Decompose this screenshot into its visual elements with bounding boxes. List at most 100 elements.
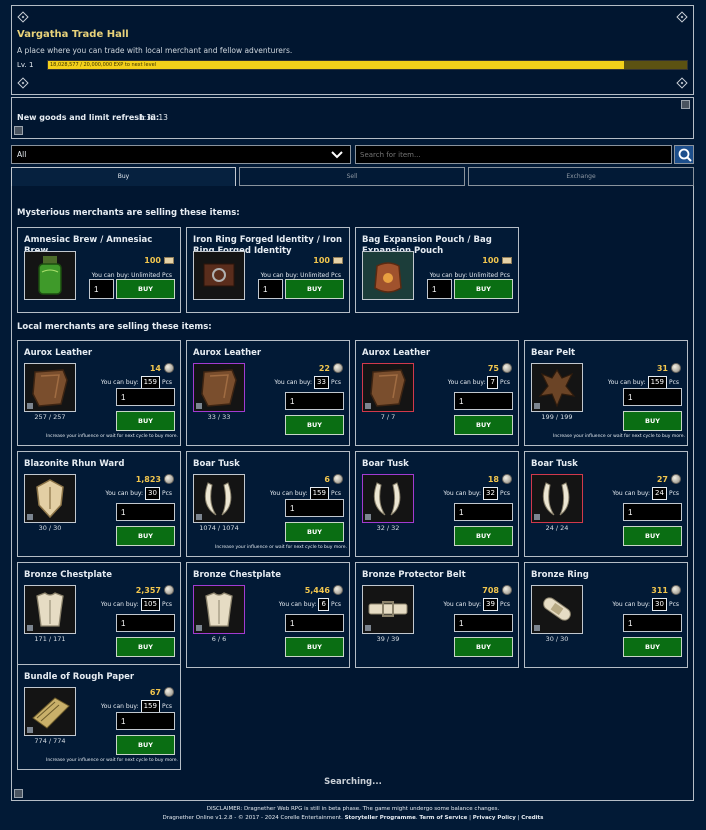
buy-button[interactable]: BUY <box>285 637 344 657</box>
item-stock: 257 / 257 <box>34 413 66 421</box>
buy-button[interactable]: BUY <box>285 415 344 435</box>
category-select[interactable]: All <box>11 145 351 164</box>
leather-icon <box>193 363 245 412</box>
quantity-input[interactable] <box>116 614 175 632</box>
item-name: Blazonite Rhun Ward <box>24 459 125 469</box>
local-item-card: Bear Pelt 199 / 199 31 You can buy: 159 Pc… <box>524 340 688 446</box>
coin-icon <box>671 474 681 484</box>
privacy-link[interactable]: Privacy Policy <box>473 815 516 821</box>
item-tier-icon <box>365 514 371 520</box>
coin-icon <box>502 363 512 373</box>
item-price: 27 <box>657 474 681 484</box>
search-status: Searching... <box>324 777 382 787</box>
item-tier-icon <box>534 625 540 631</box>
item-stock: 39 / 39 <box>376 635 400 643</box>
buy-limit-label: You can buy: <box>612 490 651 497</box>
quantity-input[interactable] <box>116 712 175 730</box>
buy-button[interactable]: BUY <box>454 279 513 299</box>
search-icon <box>678 148 692 162</box>
local-item-card: Boar Tusk 24 / 24 27 You can buy:24Pcs B… <box>524 451 688 557</box>
item-name: Aurox Leather <box>24 348 93 358</box>
search-button[interactable] <box>674 145 694 164</box>
price-value: 31 <box>656 363 668 373</box>
price-value: 67 <box>149 687 161 697</box>
mysterious-section-title: Mysterious merchants are selling these i… <box>17 208 240 218</box>
quantity-input[interactable] <box>116 388 175 406</box>
quantity-input[interactable] <box>89 279 114 299</box>
tab-sell[interactable]: Sell <box>239 167 465 186</box>
search-input[interactable] <box>355 145 672 164</box>
local-item-card: Aurox Leather 257 / 257 14 You can buy: 1… <box>17 340 181 446</box>
buy-button[interactable]: BUY <box>623 526 682 546</box>
item-price: 2,357 <box>136 585 174 595</box>
quantity-input[interactable] <box>285 499 344 517</box>
belt-icon <box>362 585 414 634</box>
buy-button[interactable]: BUY <box>116 637 175 657</box>
quantity-input[interactable] <box>623 388 682 406</box>
quantity-input[interactable] <box>285 392 344 410</box>
terms-link[interactable]: Term of Service <box>419 815 467 821</box>
quantity-input[interactable] <box>454 614 513 632</box>
buy-button[interactable]: BUY <box>285 279 344 299</box>
item-stock: 7 / 7 <box>380 413 396 421</box>
price-value: 311 <box>651 585 668 595</box>
buy-button[interactable]: BUY <box>454 415 513 435</box>
pcs-label: Pcs <box>330 379 341 386</box>
corner-ornament-icon <box>676 11 688 23</box>
expand-icon[interactable] <box>681 100 690 109</box>
quantity-input[interactable] <box>116 503 175 521</box>
refresh-timer: 1:32:13 <box>139 113 168 122</box>
item-name: Boar Tusk <box>531 459 578 469</box>
credits-link[interactable]: Credits <box>521 815 543 821</box>
collapse-icon[interactable] <box>14 789 23 798</box>
buy-button[interactable]: BUY <box>116 735 175 755</box>
item-price: 14 <box>150 363 174 373</box>
item-tier-icon <box>27 625 33 631</box>
buy-button[interactable]: BUY <box>116 411 175 431</box>
price-value: 1,823 <box>135 474 161 484</box>
buy-button[interactable]: BUY <box>116 526 175 546</box>
buy-limit-value: 105 <box>140 598 160 611</box>
local-item-card: Bronze Chestplate 6 / 6 5,446 You can bu… <box>186 562 350 668</box>
page-title: Vargatha Trade Hall <box>17 29 129 40</box>
buy-button[interactable]: BUY <box>285 522 344 542</box>
quantity-input[interactable] <box>454 503 513 521</box>
buy-limit-label: You can buy: <box>100 379 139 386</box>
buy-limit-value: 24 <box>652 487 667 500</box>
collapse-icon[interactable] <box>14 126 23 135</box>
pcs-label: Pcs <box>161 379 172 386</box>
paper-currency-icon <box>502 257 512 264</box>
quantity-input[interactable] <box>454 392 513 410</box>
tab-exchange[interactable]: Exchange <box>468 167 694 186</box>
buy-limit: You can buy: Unlimited Pcs <box>260 272 341 279</box>
iron-ring-icon <box>193 251 245 300</box>
quantity-input[interactable] <box>427 279 452 299</box>
mysterious-item-card: Amnesiac Brew / Amnesiac Brew 100 You ca… <box>17 227 181 313</box>
quantity-input[interactable] <box>623 614 682 632</box>
buy-button[interactable]: BUY <box>454 637 513 657</box>
local-item-card: Aurox Leather 33 / 33 22 You can buy: 33 P… <box>186 340 350 446</box>
buy-limit-value: 32 <box>483 487 498 500</box>
quantity-input[interactable] <box>285 614 344 632</box>
buy-limit: You can buy: 30 Pcs <box>105 487 172 500</box>
item-tier-icon <box>196 403 202 409</box>
buy-button[interactable]: BUY <box>454 526 513 546</box>
footer-credits: Dragnether Online v1.2.8 - © 2017 - 2024… <box>162 815 544 821</box>
quantity-input[interactable] <box>623 503 682 521</box>
buy-button[interactable]: BUY <box>623 637 682 657</box>
quantity-input[interactable] <box>258 279 283 299</box>
storyteller-link[interactable]: Storyteller Programme <box>345 815 416 821</box>
buy-button[interactable]: BUY <box>623 411 682 431</box>
pcs-label: Pcs <box>330 490 341 497</box>
price-value: 14 <box>149 363 161 373</box>
header-panel: Vargatha Trade Hall A place where you ca… <box>11 5 694 95</box>
item-tier-icon <box>365 625 371 631</box>
buy-limit-label: You can buy: <box>274 379 313 386</box>
tab-buy[interactable]: Buy <box>11 167 236 186</box>
buy-limit-label: You can buy: <box>443 601 482 608</box>
tusk-icon <box>362 474 414 523</box>
pcs-label: Pcs <box>499 490 510 497</box>
buy-limit-value: 33 <box>314 376 329 389</box>
item-price: 708 <box>482 585 512 595</box>
buy-button[interactable]: BUY <box>116 279 175 299</box>
